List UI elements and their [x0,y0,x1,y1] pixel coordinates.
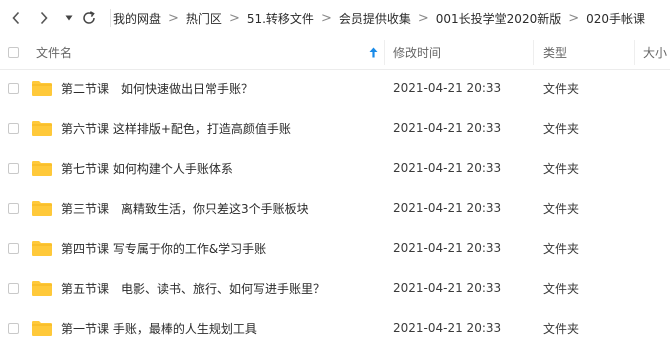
forward-button[interactable] [35,8,53,28]
file-name[interactable]: 第七节课 如何构建个人手账体系 [61,148,233,188]
select-all-checkbox[interactable] [8,36,19,69]
column-header-modified[interactable]: 修改时间 [393,36,441,69]
file-name[interactable]: 第六节课 这样排版+配色，打造高颜值手账 [61,108,291,148]
file-row[interactable]: 第五节课 电影、读书、旅行、如何写进手账里？ 2021-04-21 20:33 文件… [0,268,670,308]
folder-icon [31,228,53,268]
navigation-toolbar: 我的网盘 > 热门区 > 51.转移文件 > 会员提供收集 > 001长投学堂2… [0,0,670,36]
file-type: 文件夹 [543,201,580,216]
breadcrumb-item[interactable]: 热门区 [186,10,222,27]
breadcrumb: 我的网盘 > 热门区 > 51.转移文件 > 会员提供收集 > 001长投学堂2… [113,0,645,36]
file-name[interactable]: 第三节课 离精致生活，你只差这3个手账板块 [61,188,309,228]
breadcrumb-separator-icon: > [228,10,240,26]
file-type: 文件夹 [543,321,580,336]
back-button[interactable] [7,8,25,28]
breadcrumb-item-current[interactable]: 020手帐课 [586,10,645,27]
column-divider [533,40,534,65]
breadcrumb-item[interactable]: 001长投学堂2020新版 [436,10,561,27]
column-header-size[interactable]: 大小 [643,36,667,69]
refresh-icon [83,11,95,24]
file-type: 文件夹 [543,121,580,136]
file-modified-time: 2021-04-21 20:33 [393,241,502,255]
folder-icon [31,68,53,108]
folder-icon [31,268,53,308]
file-row[interactable]: 第七节课 如何构建个人手账体系 2021-04-21 20:33 文件夹 [0,148,670,188]
file-modified-time: 2021-04-21 20:33 [393,201,502,215]
caret-down-icon [65,15,73,21]
breadcrumb-separator-icon: > [320,10,332,26]
file-modified-time: 2021-04-21 20:33 [393,321,502,335]
file-row[interactable]: 第六节课 这样排版+配色，打造高颜值手账 2021-04-21 20:33 文件夹 [0,108,670,148]
chevron-right-icon [40,11,48,25]
folder-icon [31,148,53,188]
breadcrumb-separator-icon: > [168,10,179,26]
row-checkbox[interactable] [8,108,19,148]
sort-ascending-icon[interactable] [369,36,378,69]
column-divider [634,40,635,65]
breadcrumb-item[interactable]: 51.转移文件 [247,10,314,27]
file-name[interactable]: 第一节课 手账，最棒的人生规划工具 [61,308,257,348]
breadcrumb-separator-icon: > [417,10,429,26]
file-type: 文件夹 [543,161,580,176]
file-modified-time: 2021-04-21 20:33 [393,161,502,175]
breadcrumb-separator-icon: > [568,10,580,26]
chevron-left-icon [12,11,20,25]
row-checkbox[interactable] [8,148,19,188]
file-modified-time: 2021-04-21 20:33 [393,81,502,95]
refresh-button[interactable] [80,8,98,28]
file-name[interactable]: 第四节课 写专属于你的工作&学习手账 [61,228,266,268]
file-row[interactable]: 第一节课 手账，最棒的人生规划工具 2021-04-21 20:33 文件夹 [0,308,670,348]
breadcrumb-item-root[interactable]: 我的网盘 [113,10,161,27]
column-header-name[interactable]: 文件名 [36,36,72,69]
file-modified-time: 2021-04-21 20:33 [393,281,502,295]
file-name[interactable]: 第五节课 电影、读书、旅行、如何写进手账里？ [61,268,325,308]
toolbar-divider [110,9,111,27]
file-list-header: 文件名 修改时间 类型 大小 [0,36,670,70]
file-row[interactable]: 第三节课 离精致生活，你只差这3个手账板块 2021-04-21 20:33 文件夹 [0,188,670,228]
folder-icon [31,308,53,348]
file-row[interactable]: 第四节课 写专属于你的工作&学习手账 2021-04-21 20:33 文件夹 [0,228,670,268]
file-type: 文件夹 [543,281,580,296]
column-divider [384,40,385,65]
breadcrumb-item[interactable]: 会员提供收集 [339,10,411,27]
file-name[interactable]: 第二节课 如何快速做出日常手账？ [61,68,253,108]
row-checkbox[interactable] [8,268,19,308]
file-modified-time: 2021-04-21 20:33 [393,121,502,135]
row-checkbox[interactable] [8,188,19,228]
row-checkbox[interactable] [8,308,19,348]
column-header-type[interactable]: 类型 [543,36,567,69]
file-type: 文件夹 [543,81,580,96]
file-type: 文件夹 [543,241,580,256]
folder-icon [31,108,53,148]
row-checkbox[interactable] [8,68,19,108]
history-dropdown-button[interactable] [60,8,78,28]
folder-icon [31,188,53,228]
row-checkbox[interactable] [8,228,19,268]
file-row[interactable]: 第二节课 如何快速做出日常手账？ 2021-04-21 20:33 文件夹 [0,68,670,108]
